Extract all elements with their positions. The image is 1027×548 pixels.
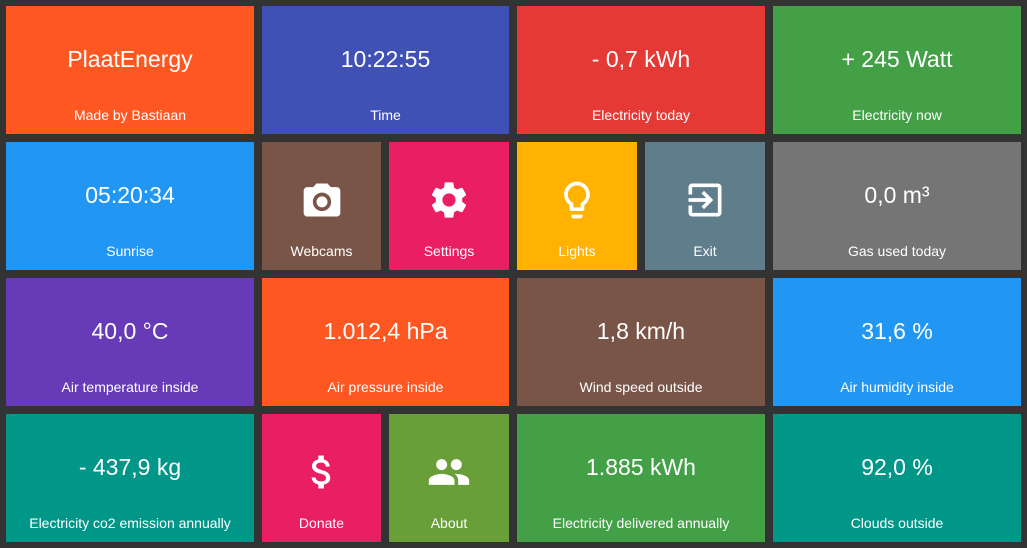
plaatenergy-tile[interactable]: PlaatEnergy Made by Bastiaan (6, 6, 254, 134)
lights-button[interactable]: Lights (517, 142, 637, 270)
settings-label: Settings (423, 243, 475, 259)
air-pressure-tile[interactable]: 1.012,4 hPa Air pressure inside (262, 278, 509, 406)
air-temperature-label: Air temperature inside (61, 379, 199, 395)
electricity-today-label: Electricity today (591, 107, 691, 123)
air-humidity-value: 31,6 % (861, 318, 933, 344)
electricity-today-value: - 0,7 kWh (591, 46, 691, 72)
settings-button[interactable]: Settings (389, 142, 509, 270)
electricity-today-tile[interactable]: - 0,7 kWh Electricity today (517, 6, 765, 134)
time-label: Time (370, 107, 401, 123)
electricity-now-value: + 245 Watt (841, 46, 953, 72)
app-title: PlaatEnergy (67, 46, 193, 72)
gas-today-tile[interactable]: 0,0 m³ Gas used today (773, 142, 1021, 270)
electricity-annual-label: Electricity delivered annually (552, 515, 730, 531)
exit-button[interactable]: Exit (645, 142, 765, 270)
wind-speed-value: 1,8 km/h (596, 318, 686, 344)
camera-icon (262, 178, 381, 222)
sunrise-label: Sunrise (106, 243, 154, 259)
dollar-icon (262, 450, 381, 494)
electricity-now-label: Electricity now (852, 107, 942, 123)
gas-today-value: 0,0 m³ (864, 182, 930, 208)
gear-icon (389, 178, 509, 222)
webcams-button[interactable]: Webcams (262, 142, 381, 270)
clouds-value: 92,0 % (861, 454, 933, 480)
donate-button[interactable]: Donate (262, 414, 381, 542)
time-value: 10:22:55 (340, 46, 431, 72)
about-label: About (430, 515, 468, 531)
lights-label: Lights (558, 243, 596, 259)
co2-emission-tile[interactable]: - 437,9 kg Electricity co2 emission annu… (6, 414, 254, 542)
clouds-tile[interactable]: 92,0 % Clouds outside (773, 414, 1021, 542)
about-button[interactable]: About (389, 414, 509, 542)
webcams-label: Webcams (290, 243, 353, 259)
donate-label: Donate (298, 515, 345, 531)
air-temperature-value: 40,0 °C (91, 318, 169, 344)
wind-speed-tile[interactable]: 1,8 km/h Wind speed outside (517, 278, 765, 406)
sunrise-tile[interactable]: 05:20:34 Sunrise (6, 142, 254, 270)
sunrise-value: 05:20:34 (85, 182, 175, 208)
app-subtitle: Made by Bastiaan (73, 107, 187, 123)
electricity-annual-value: 1.885 kWh (586, 454, 696, 480)
lightbulb-icon (517, 178, 637, 222)
air-pressure-value: 1.012,4 hPa (323, 318, 448, 344)
air-humidity-label: Air humidity inside (840, 379, 954, 395)
electricity-now-tile[interactable]: + 245 Watt Electricity now (773, 6, 1021, 134)
electricity-annual-tile[interactable]: 1.885 kWh Electricity delivered annually (517, 414, 765, 542)
co2-emission-label: Electricity co2 emission annually (29, 515, 231, 531)
wind-speed-label: Wind speed outside (579, 379, 703, 395)
air-humidity-tile[interactable]: 31,6 % Air humidity inside (773, 278, 1021, 406)
clouds-label: Clouds outside (850, 515, 944, 531)
gas-today-label: Gas used today (847, 243, 947, 259)
people-icon (389, 450, 509, 494)
air-pressure-label: Air pressure inside (327, 379, 444, 395)
exit-icon (645, 178, 765, 222)
co2-emission-value: - 437,9 kg (78, 454, 182, 480)
air-temperature-tile[interactable]: 40,0 °C Air temperature inside (6, 278, 254, 406)
time-tile[interactable]: 10:22:55 Time (262, 6, 509, 134)
exit-label: Exit (693, 243, 717, 259)
